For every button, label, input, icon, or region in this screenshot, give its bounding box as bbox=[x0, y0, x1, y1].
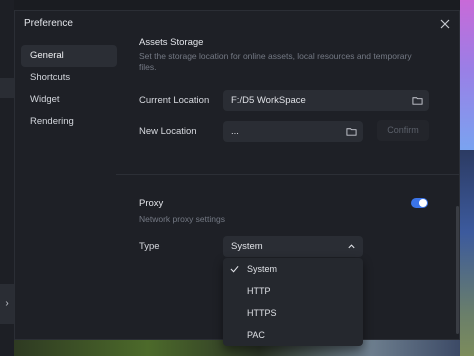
assets-storage-description: Set the storage location for online asse… bbox=[139, 51, 412, 72]
option-label: HTTPS bbox=[247, 308, 277, 318]
preference-dialog: Preference General Shortcuts Widget Rend… bbox=[14, 10, 460, 346]
current-location-value: F:/D5 WorkSpace bbox=[231, 95, 306, 106]
proxy-title: Proxy bbox=[139, 198, 164, 209]
section-divider bbox=[116, 174, 460, 175]
new-location-field[interactable]: ... bbox=[223, 121, 363, 142]
proxy-description: Network proxy settings bbox=[139, 214, 225, 224]
dropdown-option-pac[interactable]: PAC bbox=[223, 324, 363, 346]
dialog-header: Preference bbox=[15, 11, 459, 37]
expand-panel-button[interactable]: › bbox=[0, 284, 14, 324]
close-button[interactable] bbox=[437, 16, 453, 32]
settings-content: Assets Storage Set the storage location … bbox=[116, 37, 460, 346]
proxy-type-label: Type bbox=[139, 241, 160, 252]
option-label: System bbox=[247, 264, 278, 274]
folder-icon bbox=[412, 97, 423, 105]
sidebar-item-general[interactable]: General bbox=[21, 45, 117, 67]
sidebar-item-rendering[interactable]: Rendering bbox=[21, 111, 117, 133]
background-viewport-top bbox=[460, 0, 474, 150]
chevron-right-icon: › bbox=[5, 298, 9, 309]
sidebar-item-shortcuts[interactable]: Shortcuts bbox=[21, 67, 117, 89]
new-location-value: ... bbox=[231, 126, 239, 137]
dialog-title: Preference bbox=[24, 18, 73, 29]
confirm-button[interactable]: Confirm bbox=[377, 120, 429, 141]
chevron-up-icon bbox=[348, 244, 355, 249]
proxy-type-selected: System bbox=[231, 241, 263, 252]
option-label: PAC bbox=[247, 330, 265, 340]
settings-sidebar: General Shortcuts Widget Rendering bbox=[21, 45, 117, 133]
content-scrollbar[interactable] bbox=[456, 206, 459, 334]
dropdown-option-system[interactable]: System bbox=[223, 258, 363, 280]
option-label: HTTP bbox=[247, 286, 271, 296]
dropdown-option-https[interactable]: HTTPS bbox=[223, 302, 363, 324]
current-location-label: Current Location bbox=[139, 95, 210, 106]
close-icon bbox=[440, 19, 450, 29]
proxy-toggle[interactable] bbox=[411, 198, 428, 208]
dropdown-option-http[interactable]: HTTP bbox=[223, 280, 363, 302]
sidebar-item-widget[interactable]: Widget bbox=[21, 89, 117, 111]
current-location-field[interactable]: F:/D5 WorkSpace bbox=[223, 90, 429, 111]
new-location-label: New Location bbox=[139, 126, 197, 137]
toggle-knob bbox=[419, 199, 427, 207]
folder-icon bbox=[346, 128, 357, 136]
check-icon bbox=[230, 265, 239, 273]
assets-storage-title: Assets Storage bbox=[139, 37, 204, 48]
background-left-tab[interactable] bbox=[0, 78, 14, 98]
proxy-type-dropdown: System HTTP HTTPS PAC bbox=[223, 258, 363, 346]
proxy-type-select[interactable]: System bbox=[223, 236, 363, 257]
background-viewport-side bbox=[460, 150, 474, 356]
